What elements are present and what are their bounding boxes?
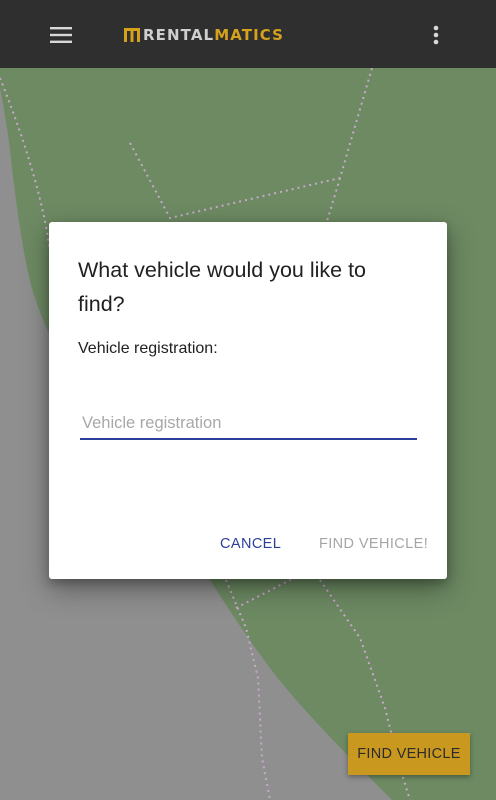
vehicle-registration-input[interactable] <box>80 408 417 440</box>
hamburger-menu-icon <box>50 27 72 43</box>
dialog-title: What vehicle would you like to find? <box>78 258 367 316</box>
vehicle-registration-label: Vehicle registration: <box>78 340 218 357</box>
app-bar: RENTAL MATICS <box>0 0 496 68</box>
menu-button[interactable] <box>43 19 79 51</box>
find-vehicle-dialog: What vehicle would you like to find? Veh… <box>49 222 447 579</box>
logo-text-matics: MATICS <box>214 26 285 44</box>
app-logo: RENTAL MATICS <box>124 23 284 47</box>
logo-text-rental: RENTAL <box>143 26 215 44</box>
cancel-button[interactable]: CANCEL <box>220 536 281 552</box>
overflow-menu-button[interactable] <box>422 19 450 51</box>
logo-mark-icon <box>124 28 140 42</box>
find-vehicle-button[interactable]: FIND VEHICLE <box>348 733 470 775</box>
find-vehicle-confirm-button[interactable]: FIND VEHICLE! <box>319 536 428 552</box>
more-vert-icon <box>433 25 439 45</box>
